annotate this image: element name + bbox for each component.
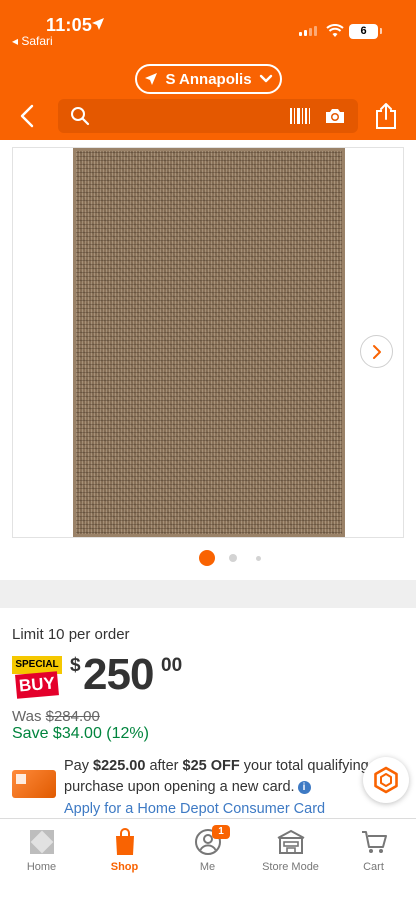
section-divider <box>0 580 416 608</box>
shop-bag-icon <box>115 828 134 855</box>
assistant-button[interactable] <box>363 757 409 803</box>
store-icon <box>277 829 304 854</box>
price-cents: 00 <box>161 655 183 676</box>
home-depot-logo-icon <box>29 830 54 854</box>
offer-text: after <box>145 758 183 774</box>
special-badge-bottom: BUY <box>15 671 59 699</box>
tab-label: Home <box>26 861 57 873</box>
bottom-tab-bar: Home Shop 1 Me Store Mode Cart <box>0 818 416 905</box>
order-limit: Limit 10 per order <box>12 626 130 643</box>
tab-label: Me <box>199 861 216 873</box>
price-dollars: 250 <box>83 650 154 699</box>
was-label: Was <box>12 708 46 725</box>
carousel-dot-active[interactable] <box>199 550 215 566</box>
tab-cart[interactable]: Cart <box>332 827 415 873</box>
header: S Annapolis <box>0 52 416 140</box>
barcode-scan-icon[interactable] <box>289 107 311 125</box>
location-arrow-icon <box>145 73 158 85</box>
tab-label: Store Mode <box>262 861 319 873</box>
store-name: S Annapolis <box>165 70 252 88</box>
search-input[interactable] <box>58 99 358 133</box>
tab-shop[interactable]: Shop <box>83 827 166 873</box>
share-icon[interactable] <box>375 102 397 130</box>
savings: Save $34.00 (12%) <box>12 725 149 742</box>
carousel-dot[interactable] <box>229 554 237 562</box>
info-icon[interactable]: i <box>297 781 311 794</box>
carousel-pagination <box>199 550 261 566</box>
credit-offer: Pay $225.00 after $25 OFF your total qua… <box>64 756 376 798</box>
status-bar: 11:05 ◂ Safari 6 <box>0 0 416 52</box>
status-time: 11:05 <box>46 15 93 35</box>
was-price-value: $284.00 <box>45 708 100 725</box>
store-selector-button[interactable]: S Annapolis <box>135 64 282 94</box>
location-arrow-icon <box>92 18 104 30</box>
was-price: Was $284.00 <box>12 708 100 725</box>
hexagon-assistant-icon <box>374 766 398 794</box>
back-arrow-icon[interactable] <box>16 104 40 128</box>
tab-label: Shop <box>110 861 139 873</box>
back-to-safari-link[interactable]: ◂ Safari <box>12 34 53 48</box>
notification-badge: 1 <box>212 825 230 839</box>
next-image-button[interactable] <box>360 335 393 368</box>
battery-tip <box>380 28 382 34</box>
carousel-dot[interactable] <box>256 555 261 561</box>
tab-label: Cart <box>363 861 384 873</box>
price-currency: $ <box>70 655 81 676</box>
camera-icon[interactable] <box>324 107 346 125</box>
wifi-icon <box>326 24 344 37</box>
special-buy-badge: SPECIAL BUY <box>12 656 62 699</box>
search-icon <box>71 107 90 126</box>
tab-me[interactable]: 1 Me <box>166 825 249 873</box>
offer-amount: $225.00 <box>93 758 146 774</box>
credit-card-image <box>12 770 56 798</box>
apply-card-link[interactable]: Apply for a Home Depot Consumer Card <box>64 801 325 817</box>
product-image-rug <box>73 148 345 537</box>
chevron-down-icon <box>259 74 272 83</box>
cart-icon <box>361 831 387 853</box>
offer-text: Pay <box>64 758 94 774</box>
tab-home[interactable]: Home <box>0 827 83 873</box>
chevron-right-icon <box>372 344 381 359</box>
battery-icon: 6 <box>349 24 378 39</box>
tab-store-mode[interactable]: Store Mode <box>249 827 332 873</box>
product-image-carousel[interactable] <box>12 147 404 538</box>
cellular-signal-icon <box>299 26 317 36</box>
offer-discount: $25 OFF <box>182 758 240 774</box>
